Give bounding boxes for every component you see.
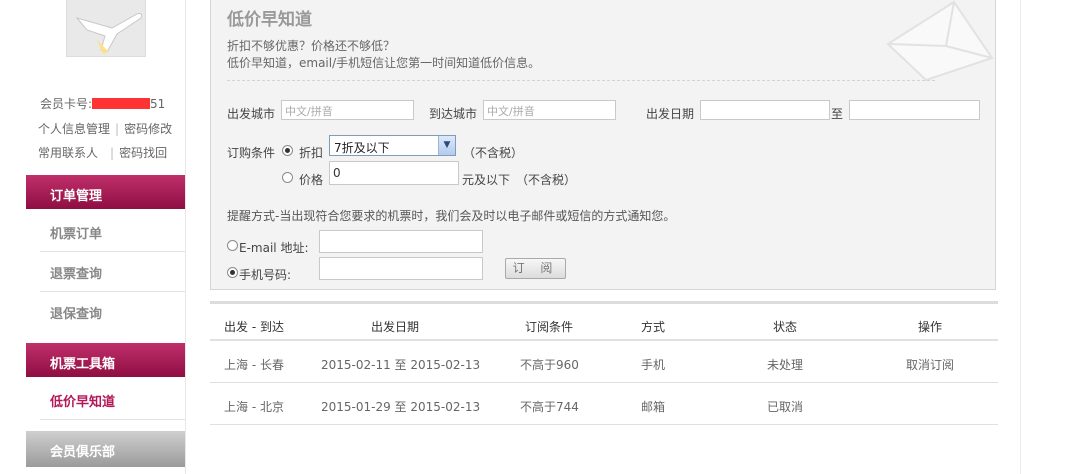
price-input[interactable]: 0 (329, 161, 459, 185)
discount-select[interactable]: 7折及以下 ▼ (329, 135, 456, 156)
status-cell: 已取消 (767, 400, 804, 414)
change-password-link[interactable]: 密码修改 (124, 122, 172, 136)
route-cell: 上海 - 北京 (224, 400, 284, 414)
cancel-subscription-link[interactable]: 取消订阅 (906, 356, 954, 373)
condition-cell: 不高于744 (520, 400, 579, 414)
price-note: （不含税） (516, 173, 577, 187)
subtitle-line1: 折扣不够优惠？价格还不够低？ (227, 39, 396, 53)
method-cell: 邮箱 (641, 400, 666, 414)
card-suffix: 51 (150, 97, 166, 111)
email-label: E-mail 地址: (239, 241, 309, 255)
sidebar-item-low-price-alert[interactable]: 低价早知道 (50, 391, 115, 410)
subtitle-line2: 低价早知道，email/手机短信让您第一时间知道低价信息。 (227, 56, 541, 70)
chevron-down-icon[interactable]: ▼ (438, 136, 455, 155)
account-links-row1: 个人信息管理 | 密码修改 (38, 122, 173, 136)
column-header-condition: 订阅条件 (525, 320, 574, 334)
departure-date-label: 出发日期 (646, 107, 695, 121)
mobile-input[interactable] (319, 257, 483, 280)
mobile-label: 手机号码: (239, 268, 292, 282)
member-card: 会员卡号: 51 (40, 95, 165, 112)
departure-date-from-input[interactable] (700, 100, 830, 120)
discount-note: （不含税） (463, 146, 524, 160)
table-header-row: 出发 - 到达 出发日期 订阅条件 方式 状态 操作 (210, 304, 998, 341)
discount-label: 折扣 (299, 146, 324, 160)
envelope-icon (886, 0, 994, 82)
departure-date-to-input[interactable] (849, 100, 980, 120)
subscribe-button[interactable]: 订 阅 (505, 258, 566, 279)
arrival-city-input[interactable]: 中文/拼音 (483, 100, 616, 120)
notice-text: 提醒方式-当出现符合您要求的机票时，我们会及时以电子邮件或短信的方式通知您。 (227, 209, 676, 223)
recover-password-link[interactable]: 密码找回 (119, 146, 167, 160)
table-row: 上海 - 北京 2015-01-29 至 2015-02-13 不高于744 邮… (210, 383, 998, 425)
arrival-city-label: 到达城市 (429, 107, 478, 121)
departure-city-input[interactable]: 中文/拼音 (281, 100, 414, 120)
method-cell: 手机 (641, 358, 666, 372)
dates-cell: 2015-01-29 至 2015-02-13 (321, 400, 481, 414)
section-order-management[interactable]: 订单管理 (26, 175, 185, 209)
price-label: 价格 (299, 173, 324, 187)
email-input[interactable] (319, 230, 483, 253)
column-header-dates: 出发日期 (371, 320, 420, 334)
section-member-club[interactable]: 会员俱乐部 (26, 431, 185, 467)
section-title: 会员俱乐部 (50, 445, 116, 460)
dashed-divider (227, 80, 935, 81)
discount-select-value: 7折及以下 (334, 141, 390, 155)
condition-cell: 不高于960 (520, 358, 579, 372)
column-header-action: 操作 (918, 320, 943, 334)
sidebar-item-refund-query[interactable]: 退票查询 (50, 263, 102, 282)
subscription-table: 出发 - 到达 出发日期 订阅条件 方式 状态 操作 上海 - 长春 2015-… (210, 301, 998, 425)
section-flight-toolbox[interactable]: 机票工具箱 (26, 343, 185, 377)
contacts-link[interactable]: 常用联系人 (38, 146, 98, 160)
column-header-method: 方式 (641, 320, 666, 334)
divider (40, 291, 185, 292)
divider (40, 419, 185, 420)
condition-label: 订购条件 (227, 146, 276, 160)
date-to-label: 至 (831, 107, 844, 121)
table-row: 上海 - 长春 2015-02-11 至 2015-02-13 不高于960 手… (210, 341, 998, 383)
section-title: 订单管理 (50, 189, 103, 204)
email-radio[interactable] (227, 240, 238, 251)
column-header-status: 状态 (773, 320, 798, 334)
sidebar-item-insurance-refund-query[interactable]: 退保查询 (50, 303, 102, 322)
dates-cell: 2015-02-11 至 2015-02-13 (321, 358, 481, 372)
divider (40, 251, 185, 252)
departure-city-label: 出发城市 (227, 107, 276, 121)
status-cell: 未处理 (767, 358, 804, 372)
page-title: 低价早知道 (227, 10, 312, 30)
avatar (66, 0, 146, 57)
card-label: 会员卡号: (40, 97, 93, 111)
price-radio[interactable] (282, 172, 293, 183)
airplane-icon (75, 13, 142, 54)
content-border (1020, 0, 1021, 474)
mobile-radio[interactable] (227, 267, 238, 278)
profile-link[interactable]: 个人信息管理 (38, 122, 110, 136)
account-links-row2: 常用联系人 | 密码找回 (38, 146, 168, 160)
card-number-redacted (92, 98, 151, 109)
route-cell: 上海 - 长春 (224, 358, 284, 372)
sidebar-border (185, 0, 186, 474)
column-header-route: 出发 - 到达 (224, 320, 284, 334)
sidebar-item-flight-orders[interactable]: 机票订单 (50, 223, 102, 242)
discount-radio[interactable] (282, 145, 293, 156)
price-suffix: 元及以下 (462, 173, 511, 187)
section-title: 机票工具箱 (50, 357, 116, 372)
